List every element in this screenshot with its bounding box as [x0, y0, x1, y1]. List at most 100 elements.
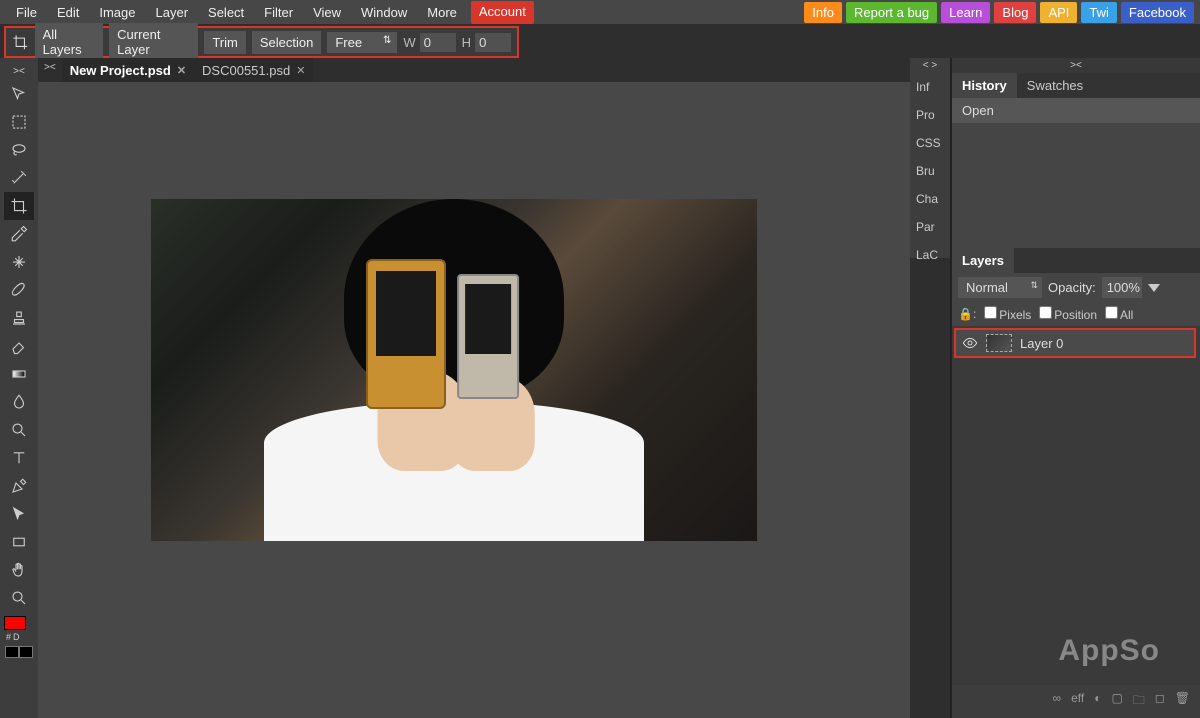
close-tab-icon[interactable]: ✕ — [296, 64, 305, 77]
collapse-tabs-icon[interactable]: >< — [38, 58, 62, 82]
link-learn[interactable]: Learn — [941, 2, 990, 23]
menu-view[interactable]: View — [303, 1, 351, 24]
menu-file[interactable]: File — [6, 1, 47, 24]
eyedropper-tool[interactable] — [4, 220, 34, 248]
blur-tool[interactable] — [4, 388, 34, 416]
opt-ratio-select[interactable]: Free — [327, 32, 397, 53]
h-input[interactable] — [475, 33, 511, 52]
path-select-tool[interactable] — [4, 500, 34, 528]
tab-layers[interactable]: Layers — [952, 248, 1014, 273]
foreground-color[interactable] — [4, 616, 26, 630]
link-api[interactable]: API — [1040, 2, 1077, 23]
panel-cha[interactable]: Cha — [910, 185, 950, 213]
layer-thumbnail[interactable] — [986, 334, 1012, 352]
layer-row[interactable]: Layer 0 — [956, 330, 1194, 356]
tab-new-project[interactable]: New Project.psd ✕ — [62, 58, 194, 82]
collapsed-panels: < > Inf Pro CSS Bru Cha Par LaC — [910, 58, 950, 258]
mask-icon[interactable]: ◐ — [1094, 691, 1101, 712]
opacity-input[interactable]: 100% — [1102, 277, 1142, 298]
text-tool[interactable] — [4, 444, 34, 472]
panel-info[interactable]: Inf — [910, 73, 950, 101]
menu-filter[interactable]: Filter — [254, 1, 303, 24]
crop-icon — [12, 33, 29, 51]
pen-tool[interactable] — [4, 472, 34, 500]
watermark: AppSo — [1058, 634, 1160, 668]
hand-tool[interactable] — [4, 556, 34, 584]
layers-head: Layers — [952, 248, 1200, 273]
zoom-tool[interactable] — [4, 584, 34, 612]
link-facebook[interactable]: Facebook — [1121, 2, 1194, 23]
document-tabs: >< New Project.psd ✕ DSC00551.psd ✕ — [38, 58, 313, 82]
close-tab-icon[interactable]: ✕ — [177, 64, 186, 77]
opacity-dropdown-icon[interactable] — [1148, 284, 1160, 292]
menu-select[interactable]: Select — [198, 1, 254, 24]
link-twi[interactable]: Twi — [1081, 2, 1117, 23]
link-info[interactable]: Info — [804, 2, 842, 23]
menu-left: File Edit Image Layer Select Filter View… — [6, 1, 534, 24]
folder-icon[interactable]: 🗀 — [1133, 691, 1145, 712]
swap-colors-icon[interactable]: #D — [6, 632, 20, 642]
stamp-tool[interactable] — [4, 304, 34, 332]
menu-window[interactable]: Window — [351, 1, 417, 24]
panel-par[interactable]: Par — [910, 213, 950, 241]
tab-history[interactable]: History — [952, 73, 1017, 98]
panel-lac[interactable]: LaC — [910, 241, 950, 269]
tab-label: DSC00551.psd — [202, 63, 290, 78]
tab-swatches[interactable]: Swatches — [1017, 73, 1093, 98]
history-item-open[interactable]: Open — [952, 98, 1200, 123]
link-layers-icon[interactable]: ∞ — [1053, 691, 1062, 712]
wand-tool[interactable] — [4, 164, 34, 192]
panel-css[interactable]: CSS — [910, 129, 950, 157]
panel-bru[interactable]: Bru — [910, 157, 950, 185]
move-tool[interactable] — [4, 80, 34, 108]
menu-layer[interactable]: Layer — [146, 1, 199, 24]
eraser-tool[interactable] — [4, 332, 34, 360]
layers-options: Normal Opacity: 100% — [952, 273, 1200, 302]
expand-tools-icon[interactable]: >< — [4, 62, 34, 80]
gradient-tool[interactable] — [4, 360, 34, 388]
new-layer-icon[interactable]: ◻ — [1155, 691, 1165, 712]
marquee-tool[interactable] — [4, 108, 34, 136]
w-input[interactable] — [420, 33, 456, 52]
default-colors[interactable] — [5, 646, 33, 660]
menu-edit[interactable]: Edit — [47, 1, 89, 24]
tab-dsc00551[interactable]: DSC00551.psd ✕ — [194, 58, 313, 82]
opt-current-layer[interactable]: Current Layer — [109, 23, 198, 61]
lock-pixels[interactable]: Pixels — [984, 306, 1031, 322]
adjustment-icon[interactable]: ▢ — [1111, 691, 1122, 712]
expand-panels-icon[interactable]: < > — [910, 58, 950, 73]
lock-all[interactable]: All — [1105, 306, 1133, 322]
opt-trim[interactable]: Trim — [204, 31, 246, 54]
canvas-area[interactable] — [38, 82, 910, 718]
collapse-right-icon[interactable]: >< — [952, 58, 1200, 73]
layers-bottom-bar: ∞ eff ◐ ▢ 🗀 ◻ 🗑 — [952, 685, 1200, 718]
color-swatches[interactable]: #D — [4, 616, 34, 644]
healing-tool[interactable] — [4, 248, 34, 276]
dodge-tool[interactable] — [4, 416, 34, 444]
h-label: H — [462, 35, 471, 50]
lock-position[interactable]: Position — [1039, 306, 1097, 322]
menu-more[interactable]: More — [417, 1, 467, 24]
panel-pro[interactable]: Pro — [910, 101, 950, 129]
lock-icon: 🔒: — [958, 307, 976, 321]
history-panel-head: History Swatches — [952, 73, 1200, 98]
opt-all-layers[interactable]: All Layers — [35, 23, 104, 61]
link-report-bug[interactable]: Report a bug — [846, 2, 937, 23]
menu-account[interactable]: Account — [471, 1, 534, 24]
visibility-icon[interactable] — [962, 335, 978, 351]
effects-icon[interactable]: eff — [1071, 691, 1084, 712]
crop-tool[interactable] — [4, 192, 34, 220]
link-blog[interactable]: Blog — [994, 2, 1036, 23]
lasso-tool[interactable] — [4, 136, 34, 164]
menu-image[interactable]: Image — [89, 1, 145, 24]
brush-tool[interactable] — [4, 276, 34, 304]
layer-name[interactable]: Layer 0 — [1020, 336, 1063, 351]
shape-tool[interactable] — [4, 528, 34, 556]
blend-mode-select[interactable]: Normal — [958, 277, 1042, 298]
trash-icon[interactable]: 🗑 — [1175, 691, 1190, 712]
opt-selection[interactable]: Selection — [252, 31, 321, 54]
layers-locks: 🔒: Pixels Position All — [952, 302, 1200, 326]
menu-right: Info Report a bug Learn Blog API Twi Fac… — [804, 2, 1194, 23]
tab-label: New Project.psd — [70, 63, 171, 78]
opt-width: W — [403, 33, 455, 52]
